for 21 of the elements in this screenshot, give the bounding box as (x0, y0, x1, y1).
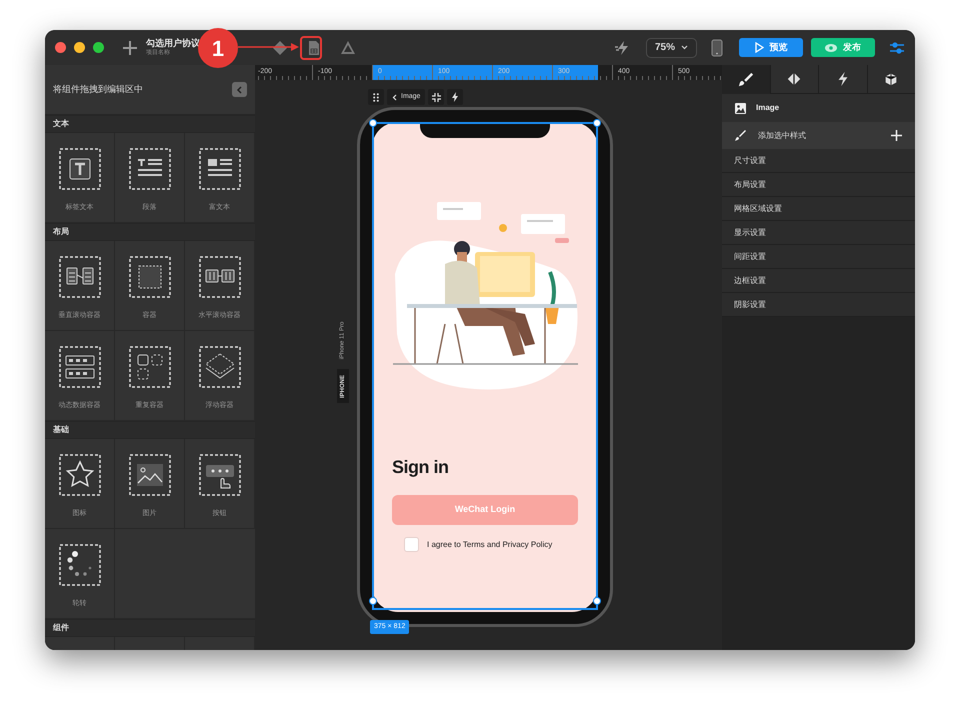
settings-section[interactable]: 尺寸设置 (722, 149, 915, 173)
element-name: Image (756, 102, 780, 114)
zoom-dropdown[interactable]: 75% (646, 38, 697, 58)
section-title: 文本 (53, 118, 69, 130)
publish-button[interactable]: 发布 (811, 38, 875, 57)
settings-section[interactable]: 显示设置 (722, 221, 915, 245)
settings-section[interactable]: 网格区域设置 (722, 197, 915, 221)
settings-section[interactable]: 阴影设置 (722, 293, 915, 317)
section-title: 组件 (53, 622, 69, 634)
panel-title: 将组件拖拽到编辑区中 (53, 82, 143, 96)
section-title: 基础 (53, 424, 69, 436)
agree-label: I agree to Terms and Privacy Policy (427, 538, 552, 550)
section-title: 布局 (53, 226, 69, 238)
add-style-label: 添加选中样式 (758, 130, 807, 142)
project-title: 勾选用户协议 (146, 39, 201, 48)
settings-section[interactable]: 布局设置 (722, 173, 915, 197)
preview-button[interactable]: 预览 (739, 38, 803, 57)
add-style-row[interactable]: 添加选中样式 (722, 122, 915, 149)
settings-section[interactable]: 边框设置 (722, 269, 915, 293)
settings-section[interactable]: 间距设置 (722, 245, 915, 269)
sign-in-heading: Sign in (392, 456, 450, 479)
